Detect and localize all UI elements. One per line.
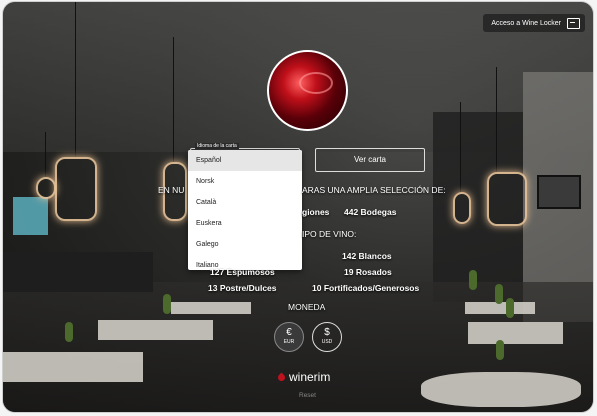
language-option[interactable]: Español xyxy=(188,150,302,171)
summary-intro-right: ARAS UNA AMPLIA SELECCIÓN DE: xyxy=(302,185,446,195)
background-table xyxy=(468,322,563,344)
background-lamp-wire xyxy=(45,132,46,177)
background-plant xyxy=(65,322,73,342)
summary-sparkling: 127 Espumosos xyxy=(210,267,275,277)
language-option[interactable]: Galego xyxy=(188,234,302,255)
background-plant xyxy=(495,284,503,304)
background-painting xyxy=(537,175,581,209)
summary-dessert: 13 Postre/Dulces xyxy=(208,283,277,293)
currency-code: USD xyxy=(321,339,333,345)
background-plant xyxy=(506,298,514,318)
background-lamp xyxy=(55,157,97,221)
currency-usd-button[interactable]: $ USD xyxy=(312,322,342,352)
wine-locker-access-button[interactable]: Acceso a Wine Locker xyxy=(483,14,585,32)
language-select-label: Idioma de la carta xyxy=(195,143,239,149)
brand-logo: winerim xyxy=(276,370,331,384)
language-option[interactable]: Norsk xyxy=(188,171,302,192)
language-dropdown[interactable]: Español Norsk Català Euskera Galego Ital… xyxy=(188,150,302,270)
background-screen xyxy=(13,197,48,235)
summary-fortified: 10 Fortificados/Generosos xyxy=(312,283,420,293)
background-lamp xyxy=(36,177,56,199)
summary-whites: 142 Blancos xyxy=(342,251,392,261)
dollar-icon: $ xyxy=(324,327,330,338)
summary-regions: giones xyxy=(302,207,330,217)
background-lamp-wire xyxy=(75,2,76,157)
wine-drop-icon xyxy=(276,372,287,382)
restaurant-logo-image xyxy=(267,50,348,131)
summary-intro-left: EN NU xyxy=(158,185,185,195)
background-lamp-wire xyxy=(496,67,497,172)
background-bar-counter xyxy=(3,252,153,292)
summary-wineries: 442 Bodegas xyxy=(344,207,397,217)
logout-icon xyxy=(567,17,580,29)
background-table xyxy=(171,302,251,314)
currency-label: MONEDA xyxy=(288,302,326,312)
wine-locker-label: Acceso a Wine Locker xyxy=(491,19,561,27)
summary-roses: 19 Rosados xyxy=(344,267,392,277)
background-lamp xyxy=(487,172,527,226)
summary-wine-type-heading: IPO DE VINO: xyxy=(302,229,357,239)
background-plant xyxy=(496,340,504,360)
euro-icon: € xyxy=(286,327,292,338)
currency-code: EUR xyxy=(283,339,295,345)
brand-name: winerim xyxy=(289,370,331,384)
background-table xyxy=(98,320,213,340)
background-table xyxy=(3,352,143,382)
background-table xyxy=(421,372,581,407)
background-lamp-wire xyxy=(460,102,461,192)
language-option[interactable]: Euskera xyxy=(188,213,302,234)
app-frame: Acceso a Wine Locker Idioma de la carta … xyxy=(3,2,593,412)
background-lamp-wire xyxy=(173,37,174,162)
background-plant xyxy=(469,270,477,290)
view-menu-button[interactable]: Ver carta xyxy=(315,148,425,172)
background-lamp xyxy=(453,192,471,224)
language-option[interactable]: Català xyxy=(188,192,302,213)
background-plant xyxy=(163,294,171,314)
reset-button[interactable]: Reset xyxy=(299,392,316,399)
currency-eur-button[interactable]: € EUR xyxy=(274,322,304,352)
